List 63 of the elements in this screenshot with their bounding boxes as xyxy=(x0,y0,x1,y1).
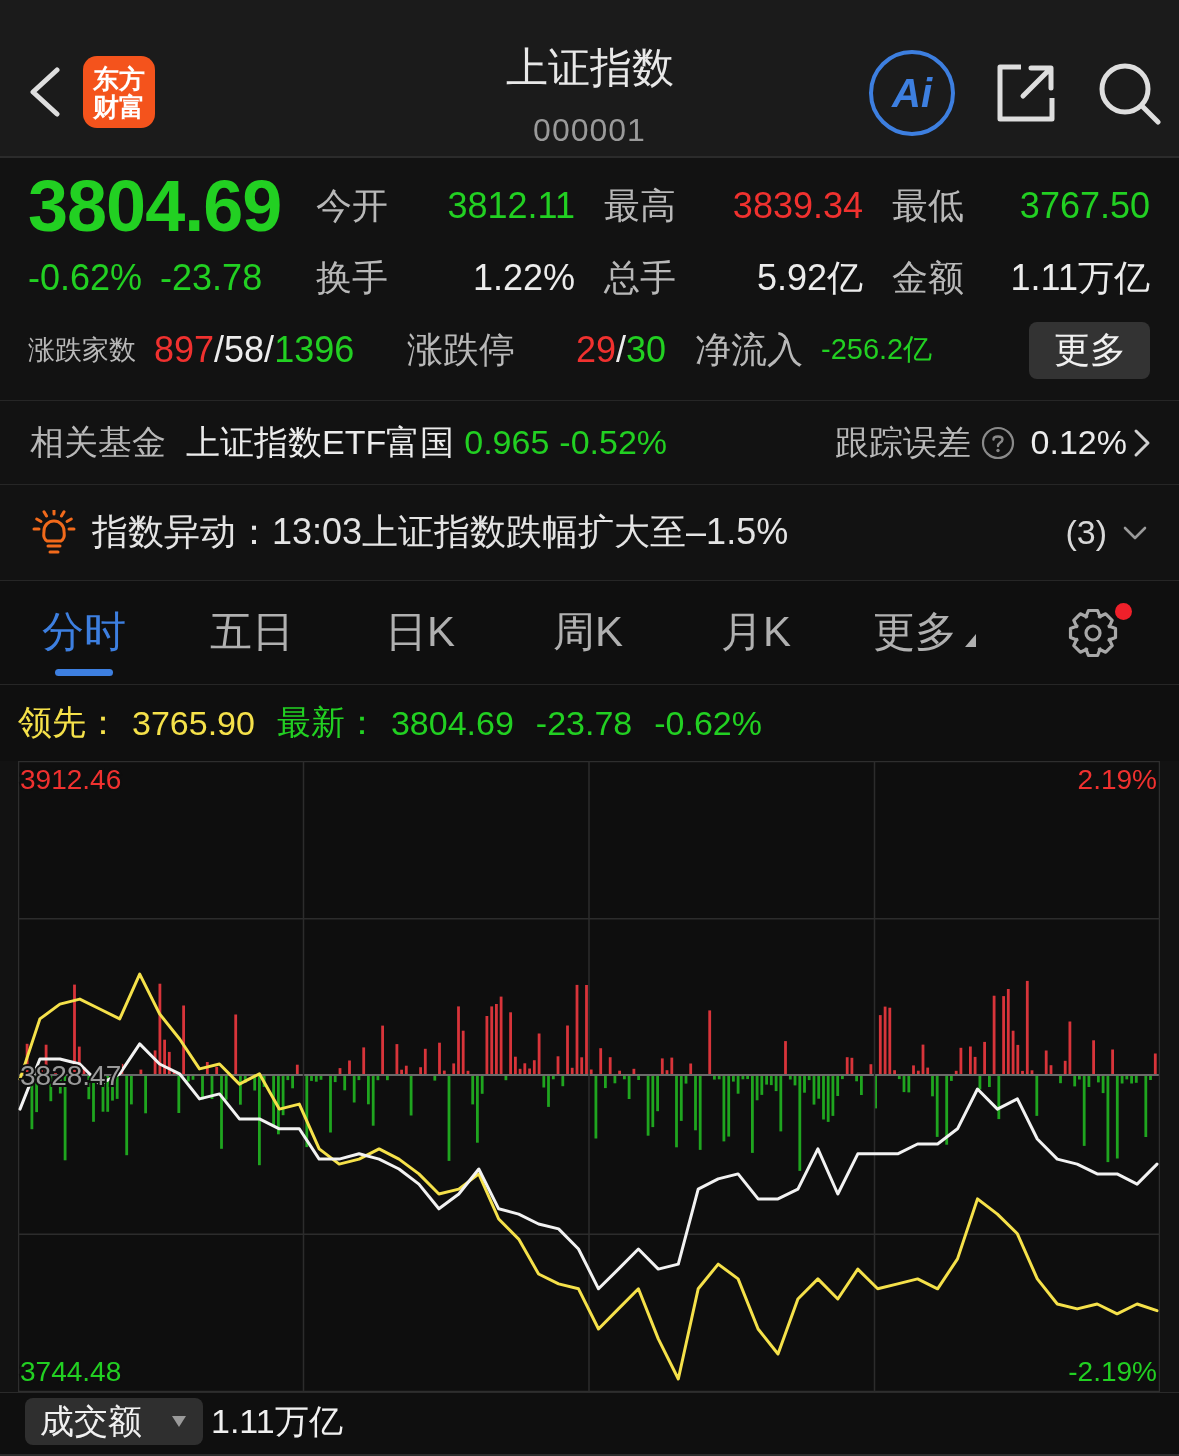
leading-value: 3765.90 xyxy=(132,703,255,743)
metric-dropdown[interactable]: 成交额 xyxy=(25,1398,203,1445)
change-percent: -0.62% xyxy=(654,703,762,743)
stat-value: 1.11万亿 xyxy=(1010,255,1150,300)
percent-axis-label: 2.19% xyxy=(1077,764,1157,795)
net-inflow-value: -256.2亿 xyxy=(821,332,933,367)
back-icon[interactable] xyxy=(28,67,62,117)
period-tab[interactable]: 分时 xyxy=(0,581,168,684)
turnover-value: 1.11万亿 xyxy=(211,1400,343,1442)
alert-label: 指数异动： xyxy=(92,510,272,554)
limit-label: 涨跌停 xyxy=(407,327,515,372)
stat-label: 换手 xyxy=(316,255,388,300)
dropdown-triangle-icon xyxy=(172,1416,186,1427)
index-price: 3804.69 xyxy=(28,170,283,242)
stat-value: 3767.50 xyxy=(1019,185,1150,227)
percent-axis-label: -2.19% xyxy=(1068,1356,1157,1387)
fund-name[interactable]: 上证指数ETF富国 xyxy=(186,419,455,466)
change-percent: -0.62% xyxy=(28,257,143,299)
period-tab[interactable]: 月K xyxy=(672,581,840,684)
limit-up-down-count: 29/30 xyxy=(575,329,666,371)
change-amount: -23.78 xyxy=(160,257,263,299)
fund-change: -0.52% xyxy=(559,423,668,462)
chevron-down-icon[interactable] xyxy=(1123,525,1147,540)
stat-value: 1.22% xyxy=(472,257,575,299)
stat-label: 金额 xyxy=(892,255,964,300)
stat-value: 5.92亿 xyxy=(756,255,863,300)
stat-label: 今开 xyxy=(316,183,388,228)
period-tab[interactable]: 五日 xyxy=(168,581,336,684)
period-tab[interactable]: 周K xyxy=(504,581,672,684)
stat-label: 总手 xyxy=(604,255,676,300)
app-logo: 东方财富 xyxy=(83,56,155,128)
chevron-right-icon[interactable] xyxy=(1133,427,1151,458)
related-fund-label: 相关基金 xyxy=(30,421,166,463)
stat-value: 3812.11 xyxy=(447,185,575,227)
period-tab[interactable]: 日K xyxy=(336,581,504,684)
share-icon[interactable] xyxy=(995,62,1057,124)
stat-label: 最高 xyxy=(604,183,676,228)
price-axis-label: 3912.46 xyxy=(20,764,122,795)
search-icon[interactable] xyxy=(1097,61,1161,125)
alert-message: 13:03上证指数跌幅扩大至–1.5% xyxy=(272,510,789,554)
more-button[interactable]: 更多 xyxy=(1029,321,1150,379)
tracking-error-label: 跟踪误差 xyxy=(834,421,971,463)
settings-icon[interactable] xyxy=(1068,608,1118,658)
stat-label: 最低 xyxy=(892,183,964,228)
page-title: 上证指数 xyxy=(505,43,674,93)
alert-count: (3) xyxy=(1065,513,1107,552)
tracking-error-value: 0.12% xyxy=(1030,423,1127,462)
more-menu-tab[interactable]: 更多 xyxy=(840,581,1008,684)
advance-decline-count: 897/58/1396 xyxy=(154,329,355,371)
price-axis-label: 3744.48 xyxy=(20,1356,122,1387)
corner-triangle-icon xyxy=(964,634,976,647)
index-code: 000001 xyxy=(533,112,646,148)
latest-value: 3804.69 xyxy=(390,703,514,743)
fund-price: 0.965 xyxy=(464,423,550,462)
leading-label: 领先： xyxy=(18,702,120,743)
help-icon[interactable] xyxy=(980,425,1015,460)
change-amount: -23.78 xyxy=(535,703,633,743)
ai-button[interactable]: Ai xyxy=(869,50,955,136)
breadth-label: 涨跌家数 xyxy=(28,334,136,367)
stat-value: 3839.34 xyxy=(732,185,863,227)
latest-label: 最新： xyxy=(276,702,379,743)
net-inflow-label: 净流入 xyxy=(695,327,803,372)
lightbulb-icon xyxy=(32,509,76,556)
